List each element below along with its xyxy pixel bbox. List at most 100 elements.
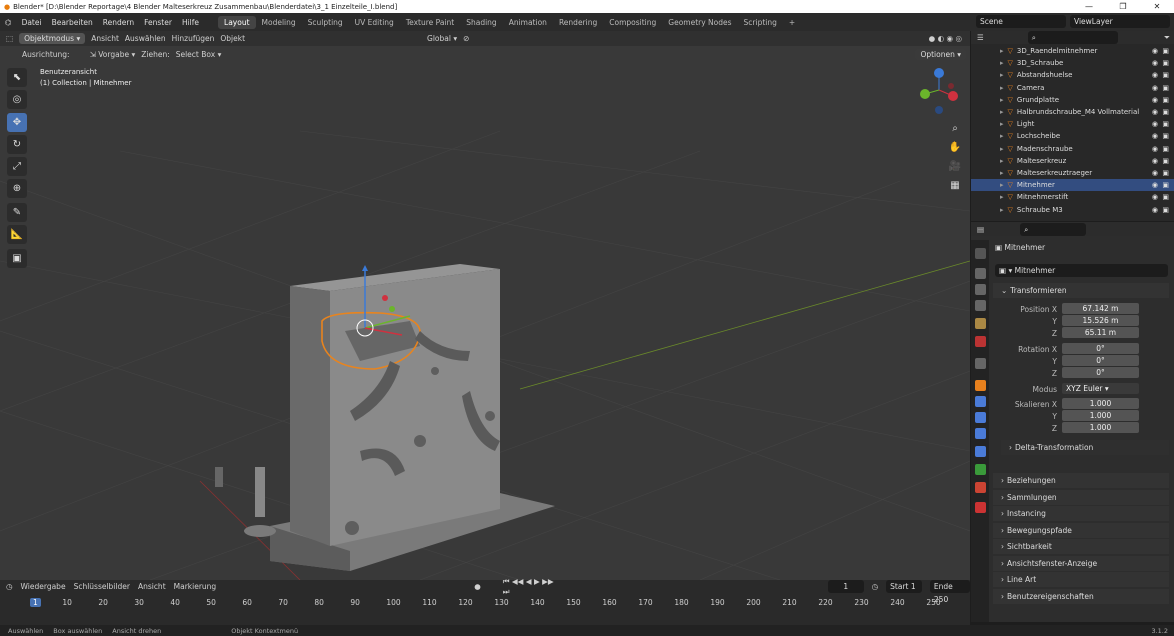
menu-ansicht[interactable]: Ansicht	[91, 34, 119, 43]
add-workspace-icon[interactable]: +	[783, 16, 801, 29]
snap-icon[interactable]: ⊘	[463, 34, 469, 43]
constraints-tab-icon[interactable]	[975, 446, 986, 457]
tab-uv-editing[interactable]: UV Editing	[349, 16, 400, 29]
outliner-search[interactable]: ⌕	[1027, 31, 1118, 44]
filter-icon[interactable]: ⏷	[1164, 33, 1170, 43]
select-tool-icon[interactable]: ⬉	[7, 68, 27, 87]
render-camera-icon[interactable]: ▣	[1162, 206, 1169, 214]
expand-arrow-icon[interactable]: ▸	[1000, 96, 1004, 104]
render-camera-icon[interactable]: ▣	[1162, 145, 1169, 153]
menu-hinzufuegen[interactable]: Hinzufügen	[172, 34, 215, 43]
expand-arrow-icon[interactable]: ▸	[1000, 181, 1004, 189]
expand-arrow-icon[interactable]: ▸	[1000, 145, 1004, 153]
optionen-button[interactable]: Optionen ▾	[915, 48, 966, 60]
visibility-eye-icon[interactable]: ◉	[1152, 157, 1158, 165]
timeline-editor-icon[interactable]: ◷	[6, 582, 13, 591]
visibility-eye-icon[interactable]: ◉	[1152, 193, 1158, 201]
render-camera-icon[interactable]: ▣	[1162, 84, 1169, 92]
tab-shading[interactable]: Shading	[460, 16, 502, 29]
tab-layout[interactable]: Layout	[218, 15, 256, 29]
expand-arrow-icon[interactable]: ▸	[1000, 169, 1004, 177]
mode-select[interactable]: Objektmodus ▾	[19, 33, 86, 44]
menu-ansicht-timeline[interactable]: Ansicht	[138, 582, 166, 591]
scale-tool-icon[interactable]: ⤢	[7, 157, 27, 176]
drag-select[interactable]: Select Box ▾	[176, 50, 222, 59]
tab-animation[interactable]: Animation	[503, 16, 553, 29]
tab-rendering[interactable]: Rendering	[553, 16, 603, 29]
visibility-eye-icon[interactable]: ◉	[1152, 59, 1158, 67]
visibility-eye-icon[interactable]: ◉	[1152, 71, 1158, 79]
navigation-gizmo[interactable]	[915, 66, 963, 118]
visibility-eye-icon[interactable]: ◉	[1152, 120, 1158, 128]
scene-selector[interactable]: Scene	[976, 15, 1066, 28]
outliner-item[interactable]: ▸ ▽ Camera ◉ ▣	[971, 82, 1174, 94]
rotation-y-field[interactable]: 0°	[1062, 355, 1139, 366]
render-camera-icon[interactable]: ▣	[1162, 157, 1169, 165]
menu-datei[interactable]: Datei	[17, 18, 47, 27]
shading-modes[interactable]: ● ◐ ◉ ◎	[929, 34, 962, 43]
annotate-tool-icon[interactable]: ✎	[7, 203, 27, 222]
expand-arrow-icon[interactable]: ▸	[1000, 132, 1004, 140]
outliner-item[interactable]: ▸ ▽ 3D_Raendelmitnehmer ◉ ▣	[971, 45, 1174, 57]
perspective-grid-icon[interactable]: ▦	[948, 176, 962, 195]
move-tool-icon[interactable]: ✥	[7, 113, 27, 132]
expand-arrow-icon[interactable]: ▸	[1000, 59, 1004, 67]
pivot-select[interactable]: ⇲ Vorgabe ▾	[90, 50, 136, 59]
panel-header[interactable]: › Sichtbarkeit	[993, 539, 1169, 554]
tab-texture-paint[interactable]: Texture Paint	[400, 16, 460, 29]
menu-objekt[interactable]: Objekt	[220, 34, 245, 43]
properties-search[interactable]: ⌕	[1020, 222, 1087, 236]
blender-menu-icon[interactable]: ⌬	[0, 18, 17, 27]
menu-markierung[interactable]: Markierung	[174, 582, 217, 591]
transform-tool-icon[interactable]: ⊕	[7, 179, 27, 198]
outliner-item[interactable]: ▸ ▽ Light ◉ ▣	[971, 118, 1174, 130]
texture-tab-icon[interactable]	[975, 502, 986, 513]
collection-tab-icon[interactable]	[975, 358, 986, 369]
visibility-eye-icon[interactable]: ◉	[1152, 132, 1158, 140]
data-tab-icon[interactable]	[975, 464, 986, 475]
render-camera-icon[interactable]: ▣	[1162, 108, 1169, 116]
panel-header[interactable]: › Ansichtsfenster-Anzeige	[993, 555, 1169, 571]
menu-auswaehlen[interactable]: Auswählen	[125, 34, 166, 43]
particles-tab-icon[interactable]	[975, 412, 986, 423]
expand-arrow-icon[interactable]: ▸	[1000, 193, 1004, 201]
expand-arrow-icon[interactable]: ▸	[1000, 206, 1004, 214]
expand-arrow-icon[interactable]: ▸	[1000, 157, 1004, 165]
object-name-field[interactable]: ▣ ▾ Mitnehmer	[995, 264, 1168, 277]
tab-scripting[interactable]: Scripting	[738, 16, 783, 29]
expand-arrow-icon[interactable]: ▸	[1000, 47, 1004, 55]
scale-x-field[interactable]: 1.000	[1062, 398, 1139, 409]
tool-tab-icon[interactable]	[975, 248, 986, 259]
minimize-icon[interactable]: —	[1072, 0, 1106, 13]
render-tab-icon[interactable]	[975, 268, 986, 279]
scale-y-field[interactable]: 1.000	[1062, 410, 1139, 421]
outliner-item[interactable]: ▸ ▽ Malteserkreuztraeger ◉ ▣	[971, 167, 1174, 179]
rotation-x-field[interactable]: 0°	[1062, 343, 1139, 354]
visibility-eye-icon[interactable]: ◉	[1152, 96, 1158, 104]
panel-header[interactable]: › Beziehungen	[993, 473, 1169, 488]
visibility-eye-icon[interactable]: ◉	[1152, 84, 1158, 92]
panel-header[interactable]: › Instancing	[993, 506, 1169, 521]
3d-viewport[interactable]: ⬚ Objektmodus ▾ Ansicht Auswählen Hinzuf…	[0, 31, 970, 580]
render-camera-icon[interactable]: ▣	[1162, 59, 1169, 67]
object-tab-icon[interactable]	[975, 380, 986, 391]
render-camera-icon[interactable]: ▣	[1162, 181, 1169, 189]
visibility-eye-icon[interactable]: ◉	[1152, 206, 1158, 214]
tab-geometry-nodes[interactable]: Geometry Nodes	[662, 16, 737, 29]
render-camera-icon[interactable]: ▣	[1162, 132, 1169, 140]
position-z-field[interactable]: 65.11 m	[1062, 327, 1139, 338]
delta-transform-header[interactable]: › Delta-Transformation	[1001, 440, 1169, 455]
measure-tool-icon[interactable]: 📐	[7, 225, 27, 244]
outliner-item[interactable]: ▸ ▽ Mitnehmerstift ◉ ▣	[971, 191, 1174, 203]
zoom-icon[interactable]: ⌕	[948, 119, 962, 138]
rotation-z-field[interactable]: 0°	[1062, 367, 1139, 378]
scale-z-field[interactable]: 1.000	[1062, 422, 1139, 433]
outliner-item[interactable]: ▸ ▽ Madenschraube ◉ ▣	[971, 143, 1174, 155]
material-tab-icon[interactable]	[975, 482, 986, 493]
render-camera-icon[interactable]: ▣	[1162, 71, 1169, 79]
render-camera-icon[interactable]: ▣	[1162, 96, 1169, 104]
outliner-item[interactable]: ▸ ▽ Halbrundschraube_M4 Vollmaterial ◉ ▣	[971, 106, 1174, 118]
panel-header[interactable]: › Bewegungspfade	[993, 522, 1169, 538]
visibility-eye-icon[interactable]: ◉	[1152, 181, 1158, 189]
visibility-eye-icon[interactable]: ◉	[1152, 169, 1158, 177]
